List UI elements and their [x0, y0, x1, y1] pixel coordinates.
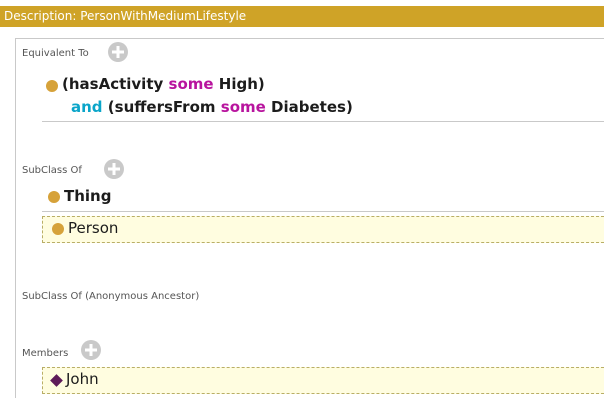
add-subclass-button[interactable] [104, 159, 124, 179]
subclass-of-label: SubClass Of [22, 165, 82, 176]
paren: ( [107, 98, 115, 116]
property-hasActivity: hasActivity [68, 75, 164, 93]
property-suffersFrom: suffersFrom [114, 98, 216, 116]
equivalent-expression-line2[interactable]: and (suffersFrom some Diabetes) [71, 98, 353, 116]
subclass-item-person[interactable]: Person [68, 219, 118, 237]
subclass-item-thing[interactable]: Thing [64, 187, 111, 205]
equivalent-to-label: Equivalent To [22, 48, 89, 59]
paren: ( [62, 75, 69, 93]
keyword-some: some [220, 98, 266, 116]
member-item-john[interactable]: John [66, 370, 99, 388]
description-title: Description: PersonWithMediumLifestyle [0, 6, 604, 27]
subclass-row-person[interactable] [42, 216, 604, 243]
class-icon [48, 191, 60, 203]
divider [42, 121, 604, 122]
keyword-some: some [168, 75, 214, 93]
class-icon [52, 223, 64, 235]
keyword-and: and [71, 98, 103, 116]
divider [42, 211, 604, 212]
description-window: Description: PersonWithMediumLifestyle E… [0, 0, 604, 398]
add-equivalent-button[interactable] [108, 42, 128, 62]
subclass-anon-label: SubClass Of (Anonymous Ancestor) [22, 291, 200, 302]
class-icon [46, 80, 58, 92]
class-diabetes: Diabetes) [271, 98, 353, 116]
equivalent-expression-line1[interactable]: (hasActivity some High) [62, 75, 265, 93]
add-member-button[interactable] [81, 340, 101, 360]
members-label: Members [22, 348, 69, 359]
member-row-john[interactable] [42, 367, 604, 394]
class-high: High) [218, 75, 265, 93]
